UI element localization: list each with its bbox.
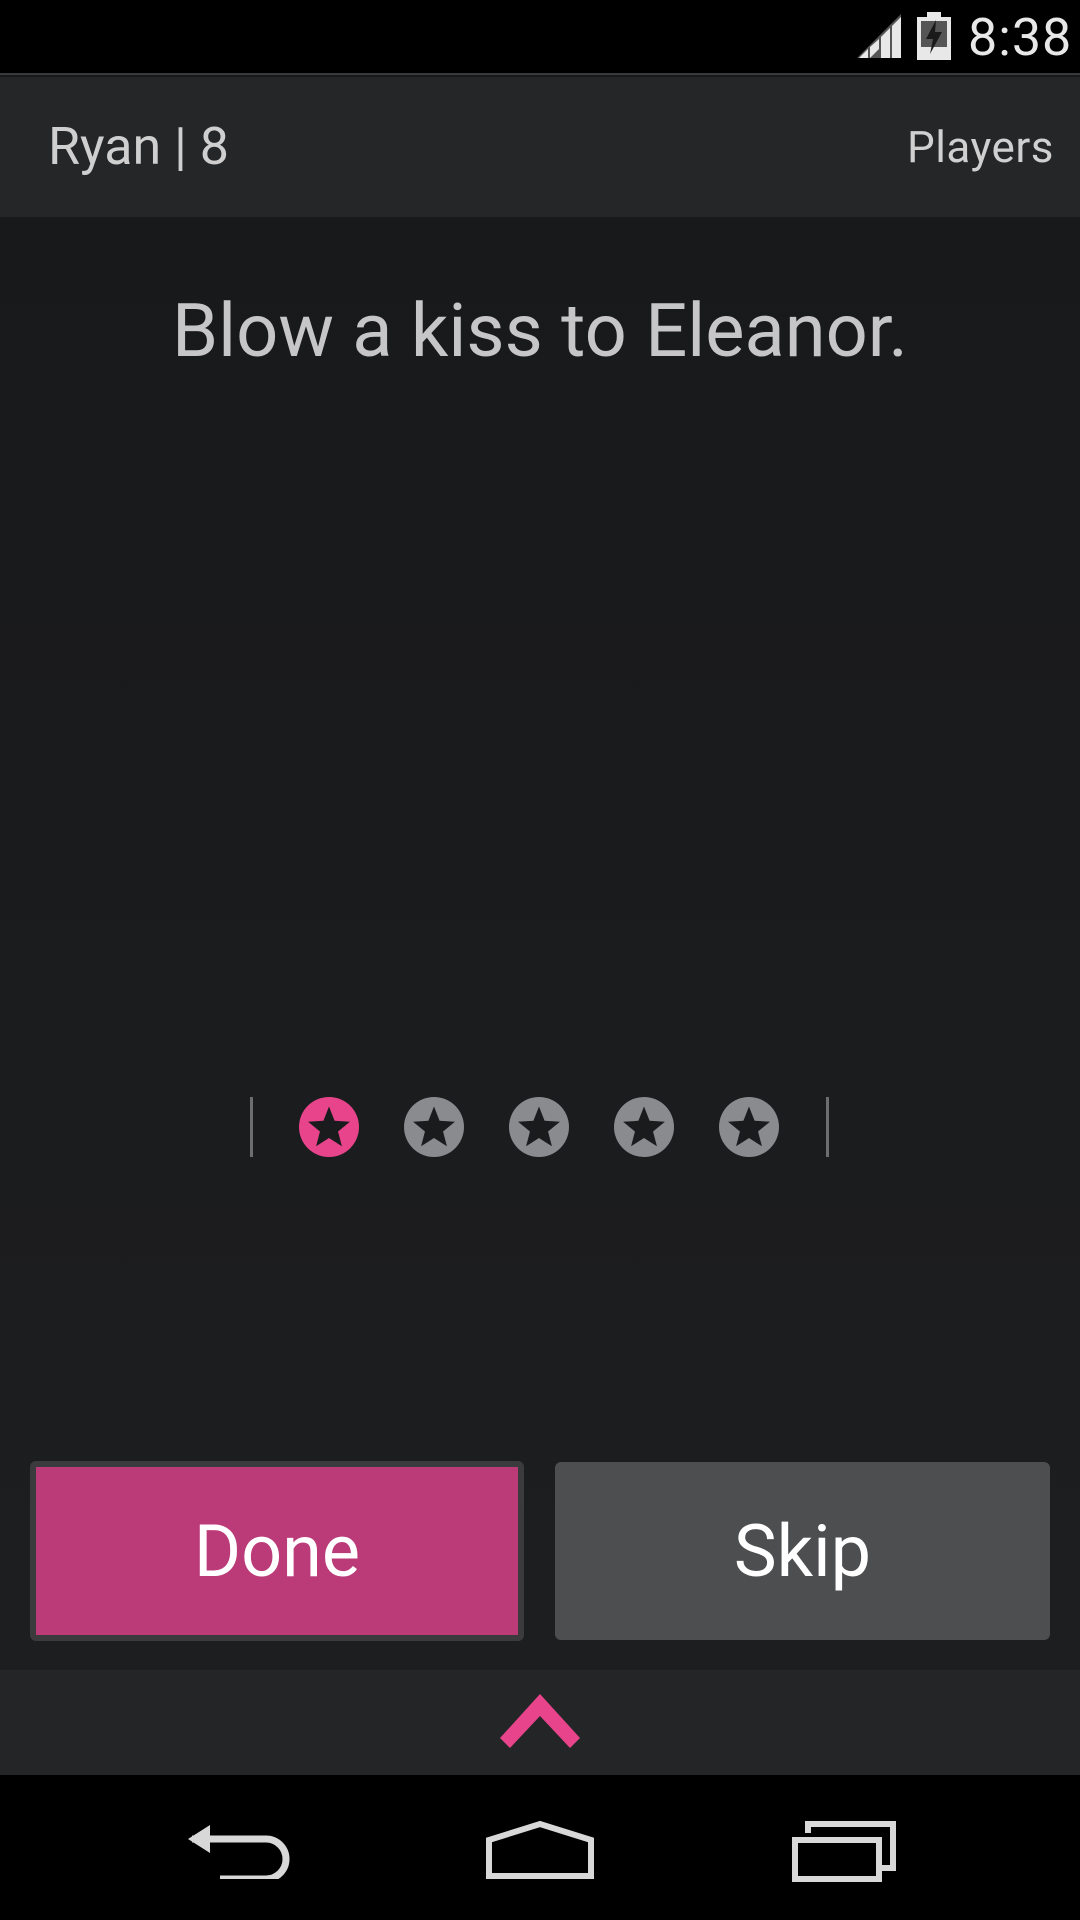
action-bar: Ryan | 8 Players	[0, 77, 1080, 217]
bottom-drawer	[0, 1670, 1080, 1775]
rating-star-5[interactable]	[718, 1096, 780, 1158]
chevron-up-icon[interactable]	[500, 1694, 580, 1750]
recents-icon[interactable]	[792, 1821, 896, 1883]
rating-star-1-selected[interactable]	[298, 1096, 360, 1158]
done-button[interactable]: Done	[30, 1461, 524, 1641]
rating-divider-right	[826, 1097, 829, 1157]
clock-time: 8:38	[968, 7, 1073, 68]
difficulty-rating	[250, 1095, 830, 1159]
content-area: Blow a kiss to Eleanor.	[0, 217, 1080, 1670]
status-bar: 8:38	[0, 0, 1080, 75]
screen: 8:38 Ryan | 8 Players Blow a kiss to Ele…	[0, 0, 1080, 1920]
rating-star-4[interactable]	[613, 1096, 675, 1158]
rating-star-3[interactable]	[508, 1096, 570, 1158]
cell-signal-icon	[857, 14, 901, 58]
rating-divider-left	[250, 1097, 253, 1157]
rating-star-2[interactable]	[403, 1096, 465, 1158]
players-button[interactable]: Players	[907, 117, 1054, 177]
back-icon[interactable]	[188, 1823, 290, 1879]
home-icon[interactable]	[485, 1820, 595, 1880]
dare-prompt: Blow a kiss to Eleanor.	[172, 288, 908, 375]
player-turn-title: Ryan | 8	[48, 116, 229, 177]
skip-button[interactable]: Skip	[555, 1462, 1050, 1640]
nav-bar	[0, 1775, 1080, 1920]
battery-charging-icon	[917, 12, 951, 60]
